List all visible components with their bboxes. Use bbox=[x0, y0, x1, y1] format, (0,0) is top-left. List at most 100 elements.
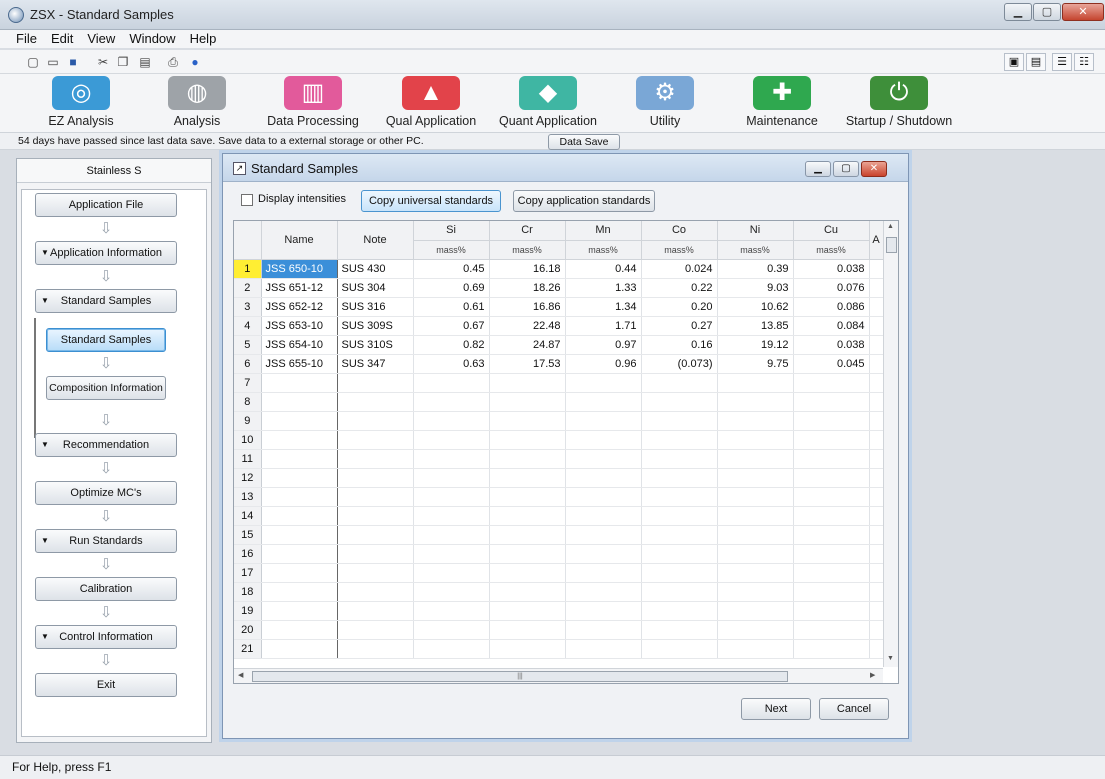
open-folder-icon[interactable]: ▭ bbox=[46, 55, 60, 69]
cell-value[interactable] bbox=[565, 601, 642, 621]
tool-startup-shutdown[interactable]: ⏻ Startup / Shutdown bbox=[842, 76, 956, 128]
save-icon[interactable]: ■ bbox=[66, 55, 80, 69]
cell-note[interactable] bbox=[337, 449, 414, 469]
header-element[interactable]: Mn bbox=[565, 221, 642, 241]
cell-value[interactable]: 0.67 bbox=[413, 316, 490, 336]
paste-icon[interactable]: ▤ bbox=[138, 55, 152, 69]
cell-value[interactable] bbox=[413, 392, 490, 412]
menu-help[interactable]: Help bbox=[190, 30, 217, 48]
cell-value[interactable] bbox=[717, 601, 794, 621]
cell-value[interactable] bbox=[489, 601, 566, 621]
menu-file[interactable]: File bbox=[16, 30, 37, 48]
cell-value[interactable] bbox=[717, 525, 794, 545]
cell-name[interactable] bbox=[261, 411, 338, 431]
cell-value[interactable] bbox=[413, 639, 490, 659]
cell-value[interactable] bbox=[413, 468, 490, 488]
cell-value[interactable]: 0.16 bbox=[641, 335, 718, 355]
row-number[interactable]: 12 bbox=[234, 468, 262, 488]
cell-value[interactable] bbox=[565, 392, 642, 412]
tool-ez-analysis[interactable]: ◎ EZ Analysis bbox=[46, 76, 116, 128]
cell-value[interactable] bbox=[717, 392, 794, 412]
table-row[interactable]: 9 bbox=[234, 411, 884, 431]
cell-value[interactable] bbox=[641, 601, 718, 621]
table-row[interactable]: 1 JSS 650-10 SUS 430 0.45 16.18 0.44 0.024 0.39… bbox=[234, 259, 884, 279]
horizontal-scrollbar[interactable]: ◀ ||| ▶ bbox=[234, 668, 883, 683]
row-number[interactable]: 1 bbox=[234, 259, 262, 279]
display-intensities-checkbox[interactable] bbox=[241, 194, 253, 206]
minimize-button[interactable]: ▁ bbox=[1004, 3, 1032, 21]
cell-value[interactable] bbox=[641, 506, 718, 526]
cell-name[interactable] bbox=[261, 430, 338, 450]
cell-value[interactable] bbox=[489, 639, 566, 659]
table-row[interactable]: 20 bbox=[234, 620, 884, 640]
cell-value[interactable]: 0.96 bbox=[565, 354, 642, 374]
table-row[interactable]: 6 JSS 655-10 SUS 347 0.63 17.53 0.96 (0.073) 9.… bbox=[234, 354, 884, 374]
cell-value[interactable] bbox=[565, 411, 642, 431]
cell-value[interactable] bbox=[489, 487, 566, 507]
cell-name[interactable] bbox=[261, 373, 338, 393]
child-maximize-button[interactable]: ▢ bbox=[833, 161, 859, 177]
cell-value[interactable] bbox=[641, 487, 718, 507]
cell-value[interactable] bbox=[793, 430, 870, 450]
cell-value[interactable]: 16.86 bbox=[489, 297, 566, 317]
menu-edit[interactable]: Edit bbox=[51, 30, 73, 48]
cell-value[interactable] bbox=[489, 392, 566, 412]
header-element[interactable]: Si bbox=[413, 221, 490, 241]
step-control-information[interactable]: ▼ Control Information bbox=[35, 625, 177, 649]
scroll-right-icon[interactable]: ▶ bbox=[870, 671, 875, 679]
cell-value[interactable] bbox=[565, 373, 642, 393]
cell-value[interactable]: 17.53 bbox=[489, 354, 566, 374]
tool-quant-application[interactable]: ◆ Quant Application bbox=[496, 76, 600, 128]
cell-value[interactable]: 0.97 bbox=[565, 335, 642, 355]
cell-value[interactable] bbox=[489, 468, 566, 488]
cell-value[interactable] bbox=[641, 620, 718, 640]
cell-value[interactable] bbox=[413, 525, 490, 545]
cut-icon[interactable]: ✂ bbox=[96, 55, 110, 69]
cell-value[interactable]: 0.045 bbox=[793, 354, 870, 374]
cell-value[interactable] bbox=[565, 639, 642, 659]
table-row[interactable]: 8 bbox=[234, 392, 884, 412]
print-icon[interactable]: ⎙ bbox=[166, 55, 180, 69]
table-row[interactable]: 5 JSS 654-10 SUS 310S 0.82 24.87 0.97 0.16 19.1… bbox=[234, 335, 884, 355]
cell-value[interactable] bbox=[641, 373, 718, 393]
cell-note[interactable]: SUS 310S bbox=[337, 335, 414, 355]
cell-value[interactable] bbox=[489, 449, 566, 469]
cell-value[interactable] bbox=[641, 639, 718, 659]
table-row[interactable]: 17 bbox=[234, 563, 884, 583]
step-run-standards[interactable]: ▼ Run Standards bbox=[35, 529, 177, 553]
step-standard-samples[interactable]: Standard Samples bbox=[46, 328, 166, 352]
row-number[interactable]: 11 bbox=[234, 449, 262, 469]
cell-note[interactable]: SUS 316 bbox=[337, 297, 414, 317]
cell-value[interactable] bbox=[793, 639, 870, 659]
cell-value[interactable]: 0.69 bbox=[413, 278, 490, 298]
cell-value[interactable] bbox=[489, 430, 566, 450]
row-number[interactable]: 9 bbox=[234, 411, 262, 431]
cell-value[interactable] bbox=[413, 411, 490, 431]
cell-value[interactable]: 0.084 bbox=[793, 316, 870, 336]
cell-value[interactable] bbox=[489, 620, 566, 640]
cell-value[interactable]: 1.33 bbox=[565, 278, 642, 298]
cell-note[interactable]: SUS 304 bbox=[337, 278, 414, 298]
tool-maintenance[interactable]: ✚ Maintenance bbox=[744, 76, 820, 128]
table-row[interactable]: 11 bbox=[234, 449, 884, 469]
cell-note[interactable] bbox=[337, 525, 414, 545]
cell-value[interactable] bbox=[641, 582, 718, 602]
header-partial[interactable]: A bbox=[869, 221, 884, 260]
step-application-information[interactable]: ▼ Application Information bbox=[35, 241, 177, 265]
next-button[interactable]: Next bbox=[741, 698, 811, 720]
row-number[interactable]: 10 bbox=[234, 430, 262, 450]
cell-value[interactable] bbox=[565, 563, 642, 583]
layout-icon-4[interactable]: ☷ bbox=[1074, 53, 1094, 71]
cell-name[interactable] bbox=[261, 544, 338, 564]
cell-value[interactable] bbox=[793, 601, 870, 621]
cell-value[interactable] bbox=[565, 620, 642, 640]
cell-value[interactable] bbox=[641, 563, 718, 583]
cell-value[interactable] bbox=[793, 392, 870, 412]
cell-note[interactable] bbox=[337, 544, 414, 564]
cell-note[interactable] bbox=[337, 620, 414, 640]
horizontal-scroll-thumb[interactable]: ||| bbox=[252, 671, 788, 682]
cell-value[interactable] bbox=[717, 373, 794, 393]
row-number[interactable]: 21 bbox=[234, 639, 262, 659]
step-recommendation[interactable]: ▼ Recommendation bbox=[35, 433, 177, 457]
row-number[interactable]: 13 bbox=[234, 487, 262, 507]
